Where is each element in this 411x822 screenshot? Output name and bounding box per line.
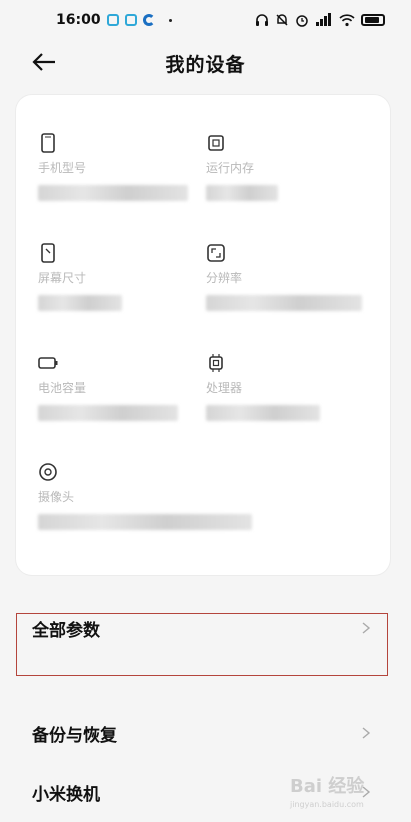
spec-value-blurred: [38, 509, 278, 535]
status-left: 16:00: [56, 12, 172, 28]
spec-value-blurred: [38, 180, 208, 206]
spec-memory: 运行内存: [206, 133, 376, 206]
status-right: [255, 13, 385, 27]
watermark-subtext: jingyan.baidu.com: [290, 800, 364, 809]
spec-resolution: 分辨率: [206, 243, 376, 316]
spec-value-blurred: [206, 290, 376, 316]
backup-restore-row[interactable]: 备份与恢复: [16, 703, 390, 763]
spec-label: 电池容量: [38, 381, 87, 395]
spec-label: 运行内存: [206, 161, 255, 175]
spec-label: 处理器: [206, 381, 243, 395]
row-label: 备份与恢复: [32, 725, 117, 746]
screen-size-icon: [41, 243, 55, 263]
cellular-signal-icon: [316, 13, 331, 26]
notification-app-icon-2: [124, 14, 137, 26]
spec-label: 手机型号: [38, 161, 87, 175]
notification-app-icon: [106, 14, 119, 26]
memory-chip-icon: [208, 135, 224, 151]
notification-sync-icon: [142, 14, 155, 26]
spec-screen-size: 屏幕尺寸: [38, 243, 208, 316]
page-title: 我的设备: [165, 54, 246, 76]
spec-value-blurred: [206, 180, 376, 206]
phone-icon: [41, 133, 55, 153]
status-bar: 16:00: [0, 0, 411, 40]
headphones-icon: [256, 14, 268, 26]
spec-label: 屏幕尺寸: [38, 271, 87, 285]
spec-label: 分辨率: [206, 271, 243, 285]
processor-icon: [209, 354, 223, 372]
chevron-right-icon: [362, 727, 371, 739]
watermark-text: Bai 经验: [290, 776, 365, 797]
more-notifications-dot-icon: [168, 18, 172, 22]
spec-label: 摄像头: [38, 490, 75, 504]
status-time: 16:00: [56, 12, 101, 28]
spec-phone-model: 手机型号: [38, 133, 208, 206]
wifi-icon: [339, 14, 355, 27]
spec-value-blurred: [206, 400, 376, 426]
battery-status-icon: [361, 14, 385, 26]
mute-bell-icon: [276, 14, 288, 26]
spec-camera: 摄像头: [38, 462, 278, 535]
spec-battery-capacity: 电池容量: [38, 353, 208, 426]
row-label: 小米换机: [32, 784, 100, 805]
spec-value-blurred: [38, 400, 208, 426]
camera-icon: [39, 463, 57, 481]
spec-processor: 处理器: [206, 353, 376, 426]
spec-value-blurred: [38, 290, 208, 316]
baidu-jingyan-watermark: Bai 经验 jingyan.baidu.com: [290, 772, 400, 812]
alarm-icon: [296, 15, 308, 27]
header: 我的设备: [0, 40, 411, 86]
highlight-box: [16, 613, 388, 676]
device-specs-card: 手机型号 运行内存 屏幕尺寸 分辨率 电池容量 处理器 摄像头: [16, 95, 390, 575]
battery-icon: [38, 357, 58, 369]
resolution-icon: [207, 244, 225, 262]
